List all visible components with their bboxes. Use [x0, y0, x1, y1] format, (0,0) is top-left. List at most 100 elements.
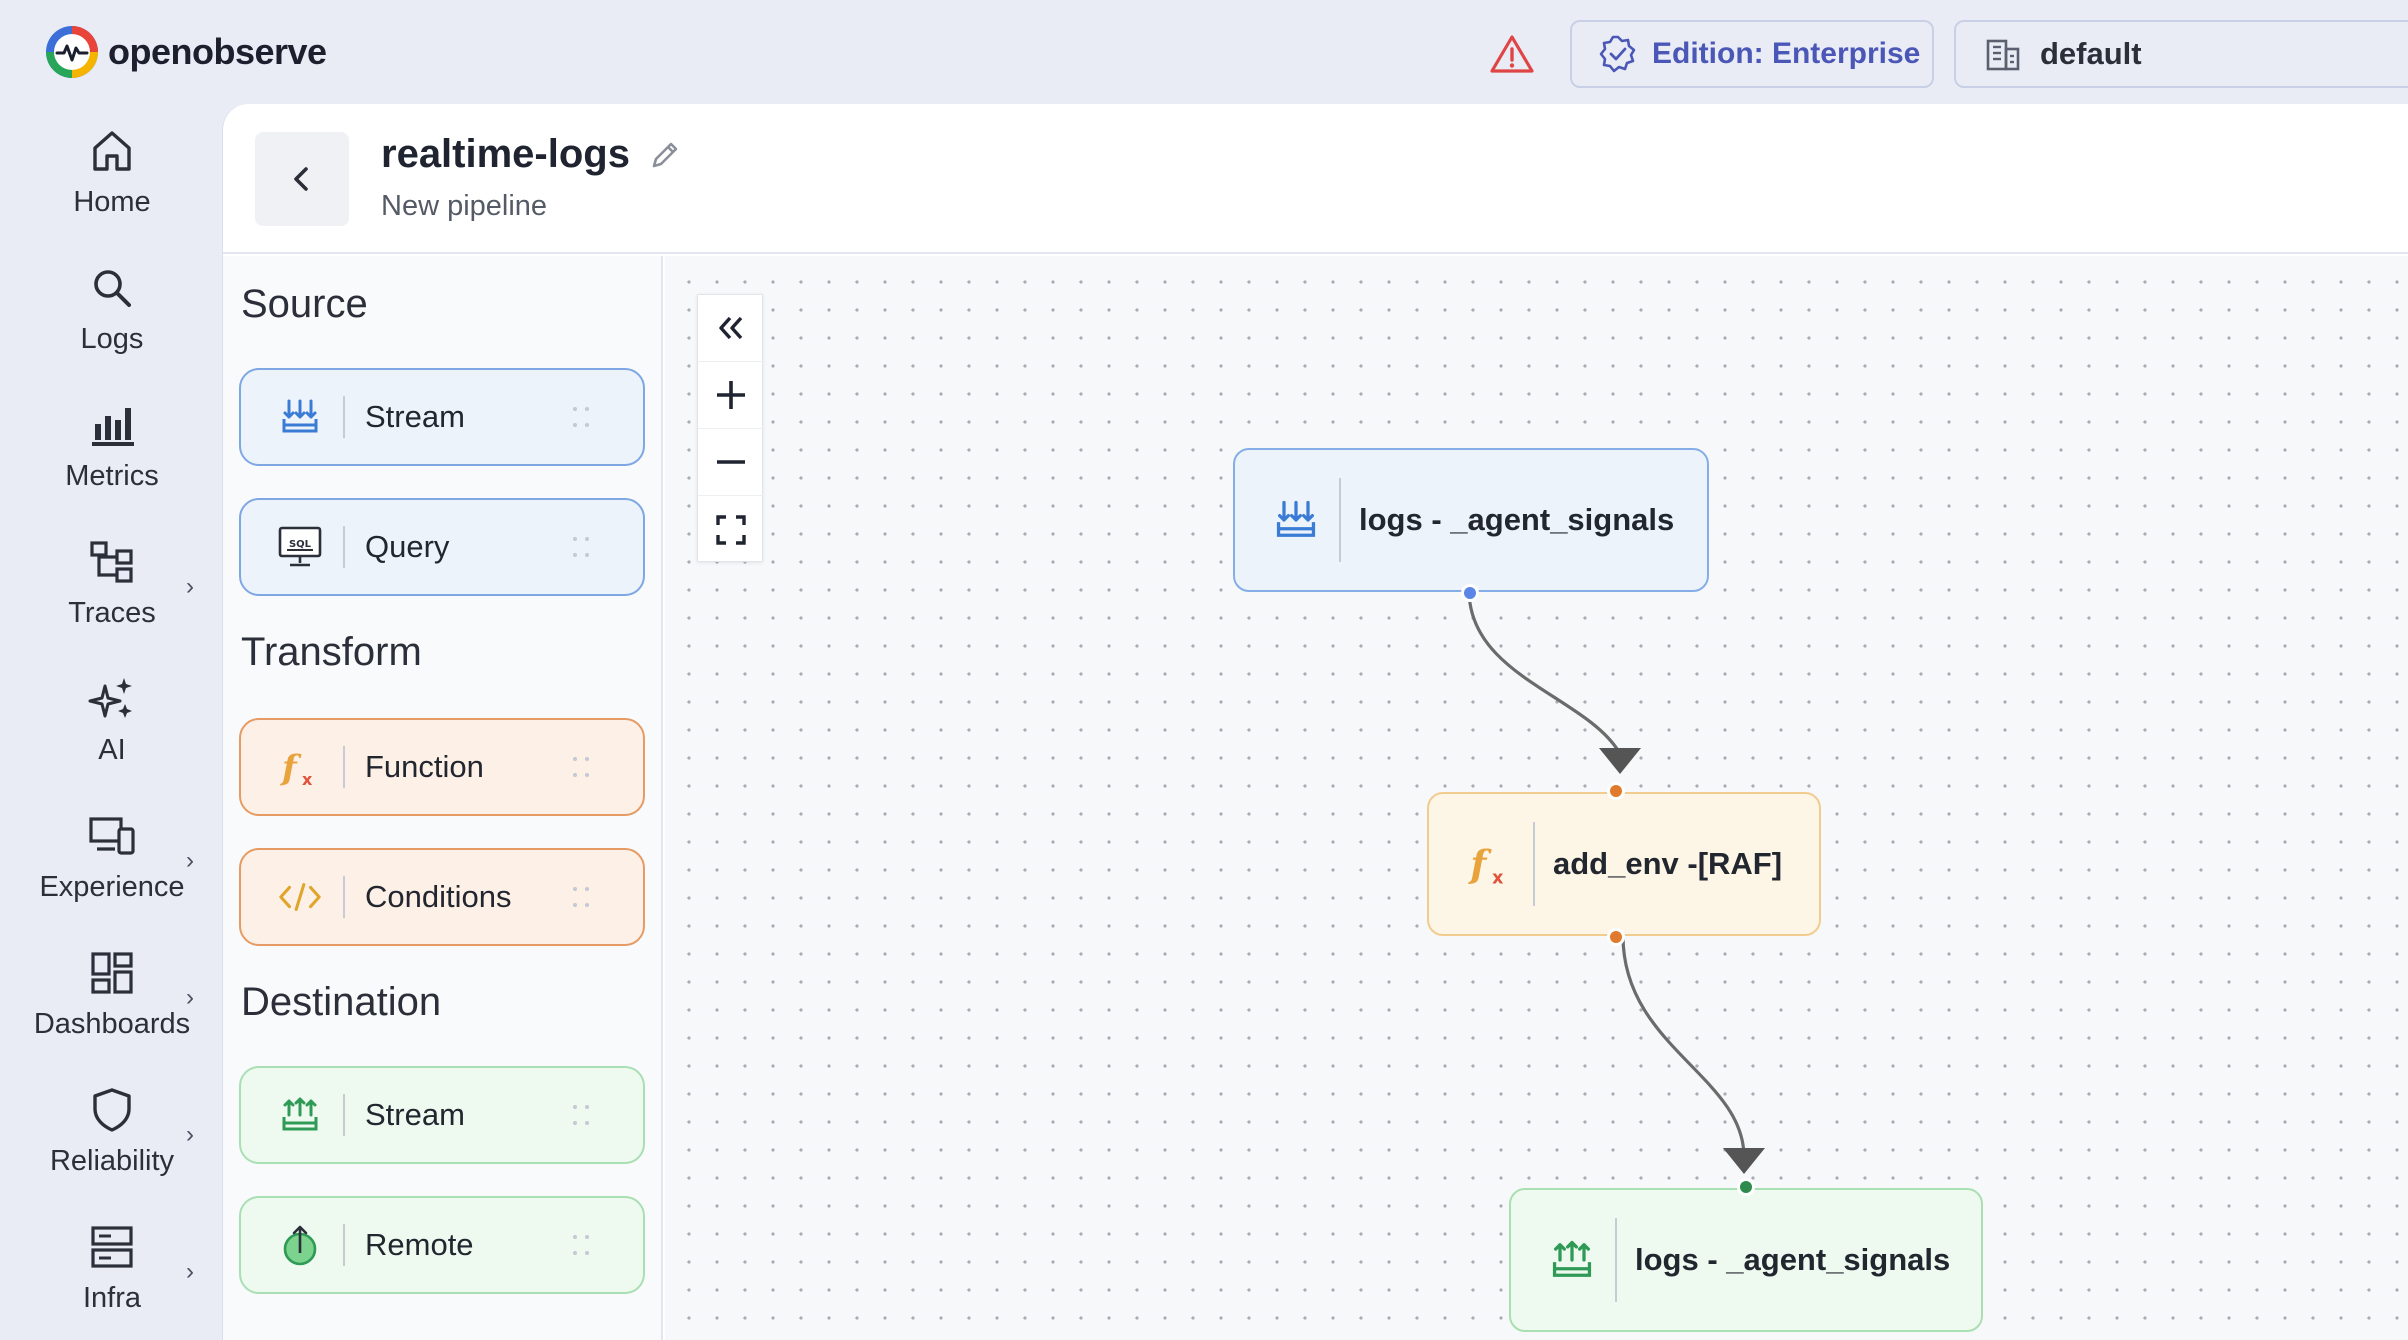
app-logo[interactable]: openobserve — [44, 24, 327, 80]
palette-item-label: Remote — [365, 1227, 474, 1262]
edition-label: Edition: Enterprise — [1652, 37, 1921, 70]
palette-item-label: Conditions — [365, 879, 512, 914]
palette-item-function[interactable]: fx Function — [239, 718, 645, 816]
nav-item-infra[interactable]: Infra › — [0, 1204, 224, 1332]
minus-icon — [717, 460, 745, 464]
svg-text:f: f — [1467, 842, 1492, 886]
org-label: default — [2040, 36, 2142, 71]
palette-item-source-stream[interactable]: Stream — [239, 368, 645, 466]
nav-label-dashboards: Dashboards — [33, 1007, 191, 1040]
nav-item-dashboards[interactable]: Dashboards › — [0, 930, 224, 1058]
nav-item-traces[interactable]: Traces › — [0, 519, 224, 647]
home-icon — [93, 130, 131, 171]
nav-item-logs[interactable]: Logs — [0, 245, 224, 373]
palette-item-remote[interactable]: Remote — [239, 1196, 645, 1294]
palette-section-source: Source — [241, 282, 368, 326]
palette-item-label: Query — [365, 529, 450, 564]
nav-item-ai[interactable]: AI — [0, 656, 224, 784]
stream-input-icon — [277, 394, 323, 440]
separator — [343, 1094, 345, 1136]
plus-icon — [717, 381, 745, 409]
drag-handle-icon[interactable] — [569, 752, 593, 782]
pipeline-subtitle: New pipeline — [381, 190, 548, 222]
code-brackets-icon — [277, 874, 323, 920]
canvas-controls — [697, 294, 764, 563]
pipeline-title: realtime-logs — [381, 132, 630, 176]
sql-monitor-icon: SQL — [277, 524, 323, 570]
palette-section-transform: Transform — [241, 630, 422, 674]
collapse-panel-button[interactable] — [698, 295, 764, 362]
search-icon — [94, 269, 131, 307]
chevron-right-icon: › — [186, 573, 194, 600]
edition-button[interactable]: Edition: Enterprise — [1570, 20, 1934, 88]
nav-label-experience: Experience — [39, 870, 185, 903]
separator — [343, 1224, 345, 1266]
node-output-handle[interactable] — [1607, 928, 1625, 946]
separator — [343, 746, 345, 788]
nav-label-ai: AI — [98, 733, 126, 766]
palette-item-label: Function — [365, 749, 484, 784]
pipeline-canvas[interactable]: logs - _agent_signals fx add_env -[RAF] … — [665, 256, 2408, 1340]
sparkles-icon — [88, 677, 132, 718]
edge-arrowhead — [1723, 1148, 1765, 1174]
node-input-handle[interactable] — [1737, 1178, 1755, 1196]
organization-selector[interactable]: default — [1954, 20, 2408, 88]
pipeline-editor: realtime-logs New pipeline Source Stream… — [222, 104, 2408, 1340]
nav-label-reliability: Reliability — [49, 1144, 175, 1177]
nav-label-infra: Infra — [82, 1281, 142, 1314]
separator — [343, 876, 345, 918]
drag-handle-icon[interactable] — [569, 532, 593, 562]
edge-function-to-destination[interactable] — [1621, 935, 1746, 1157]
drag-handle-icon[interactable] — [569, 882, 593, 912]
edge-arrowhead — [1599, 748, 1641, 774]
separator — [343, 396, 345, 438]
palette-item-query[interactable]: SQL Query — [239, 498, 645, 596]
node-palette: Source Stream SQL Query Transform fx Fun… — [223, 256, 663, 1340]
devices-icon — [89, 816, 135, 855]
logo-text: openobserve — [108, 31, 327, 72]
back-button[interactable] — [255, 132, 349, 226]
warning-triangle-icon[interactable] — [1490, 34, 1534, 74]
bar-chart-icon — [92, 407, 134, 446]
edit-pencil-icon[interactable] — [648, 138, 682, 172]
nav-label-traces: Traces — [68, 596, 156, 629]
verified-badge-icon — [1599, 35, 1636, 73]
zoom-in-button[interactable] — [698, 362, 764, 429]
palette-item-destination-stream[interactable]: Stream — [239, 1066, 645, 1164]
nav-item-experience[interactable]: Experience › — [0, 793, 224, 921]
svg-text:f: f — [280, 748, 302, 788]
palette-item-conditions[interactable]: Conditions — [239, 848, 645, 946]
separator — [1615, 1218, 1617, 1302]
pipeline-node-source[interactable]: logs - _agent_signals — [1233, 448, 1709, 602]
separator — [1339, 478, 1341, 562]
node-output-handle[interactable] — [1461, 584, 1479, 602]
server-icon — [91, 1225, 133, 1268]
stream-input-icon — [1271, 495, 1321, 545]
shield-icon — [93, 1087, 131, 1132]
stream-output-icon — [277, 1092, 323, 1138]
pipeline-node-destination[interactable]: logs - _agent_signals — [1509, 1178, 1983, 1332]
nav-item-reliability[interactable]: Reliability › — [0, 1067, 224, 1195]
node-input-handle[interactable] — [1607, 782, 1625, 800]
double-chevron-left-icon — [719, 316, 743, 340]
zoom-out-button[interactable] — [698, 429, 764, 496]
top-bar: openobserve Edition: Enterprise default — [0, 0, 2408, 104]
svg-text:x: x — [1492, 869, 1503, 888]
drag-handle-icon[interactable] — [569, 1230, 593, 1260]
fit-view-button[interactable] — [698, 496, 764, 563]
nav-label-logs: Logs — [80, 322, 144, 355]
edge-source-to-function[interactable] — [1467, 589, 1621, 753]
svg-text:SQL: SQL — [289, 539, 312, 550]
nav-item-metrics[interactable]: Metrics — [0, 382, 224, 510]
page-title: realtime-logs — [381, 132, 682, 177]
pipeline-node-function[interactable]: fx add_env -[RAF] — [1427, 782, 1821, 946]
drag-handle-icon[interactable] — [569, 402, 593, 432]
left-nav: Home Logs Metrics Traces › AI Experience… — [0, 104, 224, 1340]
nav-item-home[interactable]: Home — [0, 108, 224, 236]
pipeline-header: realtime-logs New pipeline — [223, 104, 2408, 254]
separator — [1533, 822, 1535, 906]
building-icon — [1986, 39, 2020, 71]
traces-icon — [90, 540, 133, 583]
drag-handle-icon[interactable] — [569, 1100, 593, 1130]
palette-item-label: Stream — [365, 399, 465, 434]
